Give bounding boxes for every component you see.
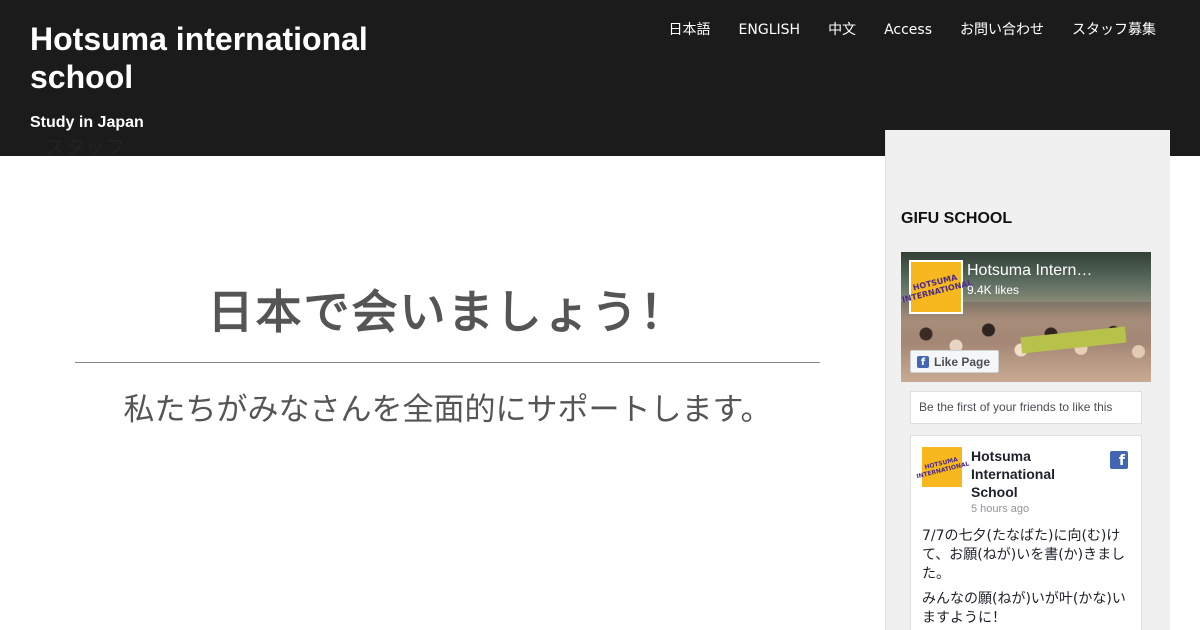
facebook-page-likes: 9.4K likes: [967, 283, 1020, 297]
post-body: 7/7の七夕(たなばた)に向(む)けて、お願(ねが)いを書(か)きました。 みん…: [922, 527, 1132, 630]
page-logo[interactable]: HOTSUMA INTERNATIONAL: [901, 260, 973, 314]
facebook-cover-photo[interactable]: HOTSUMA INTERNATIONAL Hotsuma Intern… 9.…: [901, 252, 1151, 382]
post-paragraph: みんなの願(ねが)いが叶(かな)いますように！: [922, 591, 1126, 626]
post-author-name[interactable]: Hotsuma International School: [971, 447, 1091, 501]
friends-like-notice: Be the first of your friends to like thi…: [910, 391, 1142, 424]
main-nav: 日本語 ENGLISH 中文 Access お問い合わせ スタッフ募集: [669, 21, 1156, 39]
overlapping-page-text: スタッフ: [45, 135, 125, 159]
post-author-avatar[interactable]: HOTSUMA INTERNATIONAL: [916, 447, 970, 487]
sidebar: GIFU SCHOOL HOTSUMA INTERNATIONAL Hotsum…: [885, 130, 1170, 630]
nav-item-recruit[interactable]: スタッフ募集: [1072, 21, 1156, 39]
nav-item-chinese[interactable]: 中文: [828, 21, 856, 39]
widget-title: GIFU SCHOOL: [901, 210, 1013, 227]
hero-title: 日本で会いましょう！: [207, 285, 688, 339]
hero-divider: [75, 362, 820, 363]
facebook-page-name[interactable]: Hotsuma Intern…: [967, 262, 1117, 280]
nav-item-access[interactable]: Access: [884, 21, 932, 39]
like-page-button[interactable]: f Like Page: [910, 350, 1000, 373]
nav-item-japanese[interactable]: 日本語: [669, 21, 711, 39]
site-title[interactable]: Hotsuma international school: [30, 20, 410, 96]
facebook-icon: f: [917, 355, 929, 368]
like-page-label: Like Page: [934, 354, 991, 369]
nav-item-english[interactable]: ENGLISH: [739, 21, 801, 39]
post-paragraph: 7/7の七夕(たなばた)に向(む)けて、お願(ねが)いを書(か)きました。: [922, 528, 1126, 582]
site-tagline: Study in Japan: [30, 114, 144, 131]
main-content: 日本で会いましょう！ 私たちがみなさんを全面的にサポートします。: [0, 156, 885, 630]
post-timestamp[interactable]: 5 hours ago: [971, 503, 1029, 515]
facebook-post: HOTSUMA INTERNATIONAL Hotsuma Internatio…: [910, 435, 1142, 630]
post-logo-text: HOTSUMA INTERNATIONAL: [915, 456, 970, 481]
nav-item-contact[interactable]: お問い合わせ: [960, 21, 1044, 39]
logo-text: HOTSUMA INTERNATIONAL: [901, 272, 974, 305]
hero-subtitle: 私たちがみなさんを全面的にサポートします。: [123, 392, 772, 428]
facebook-icon[interactable]: f: [1110, 451, 1128, 469]
